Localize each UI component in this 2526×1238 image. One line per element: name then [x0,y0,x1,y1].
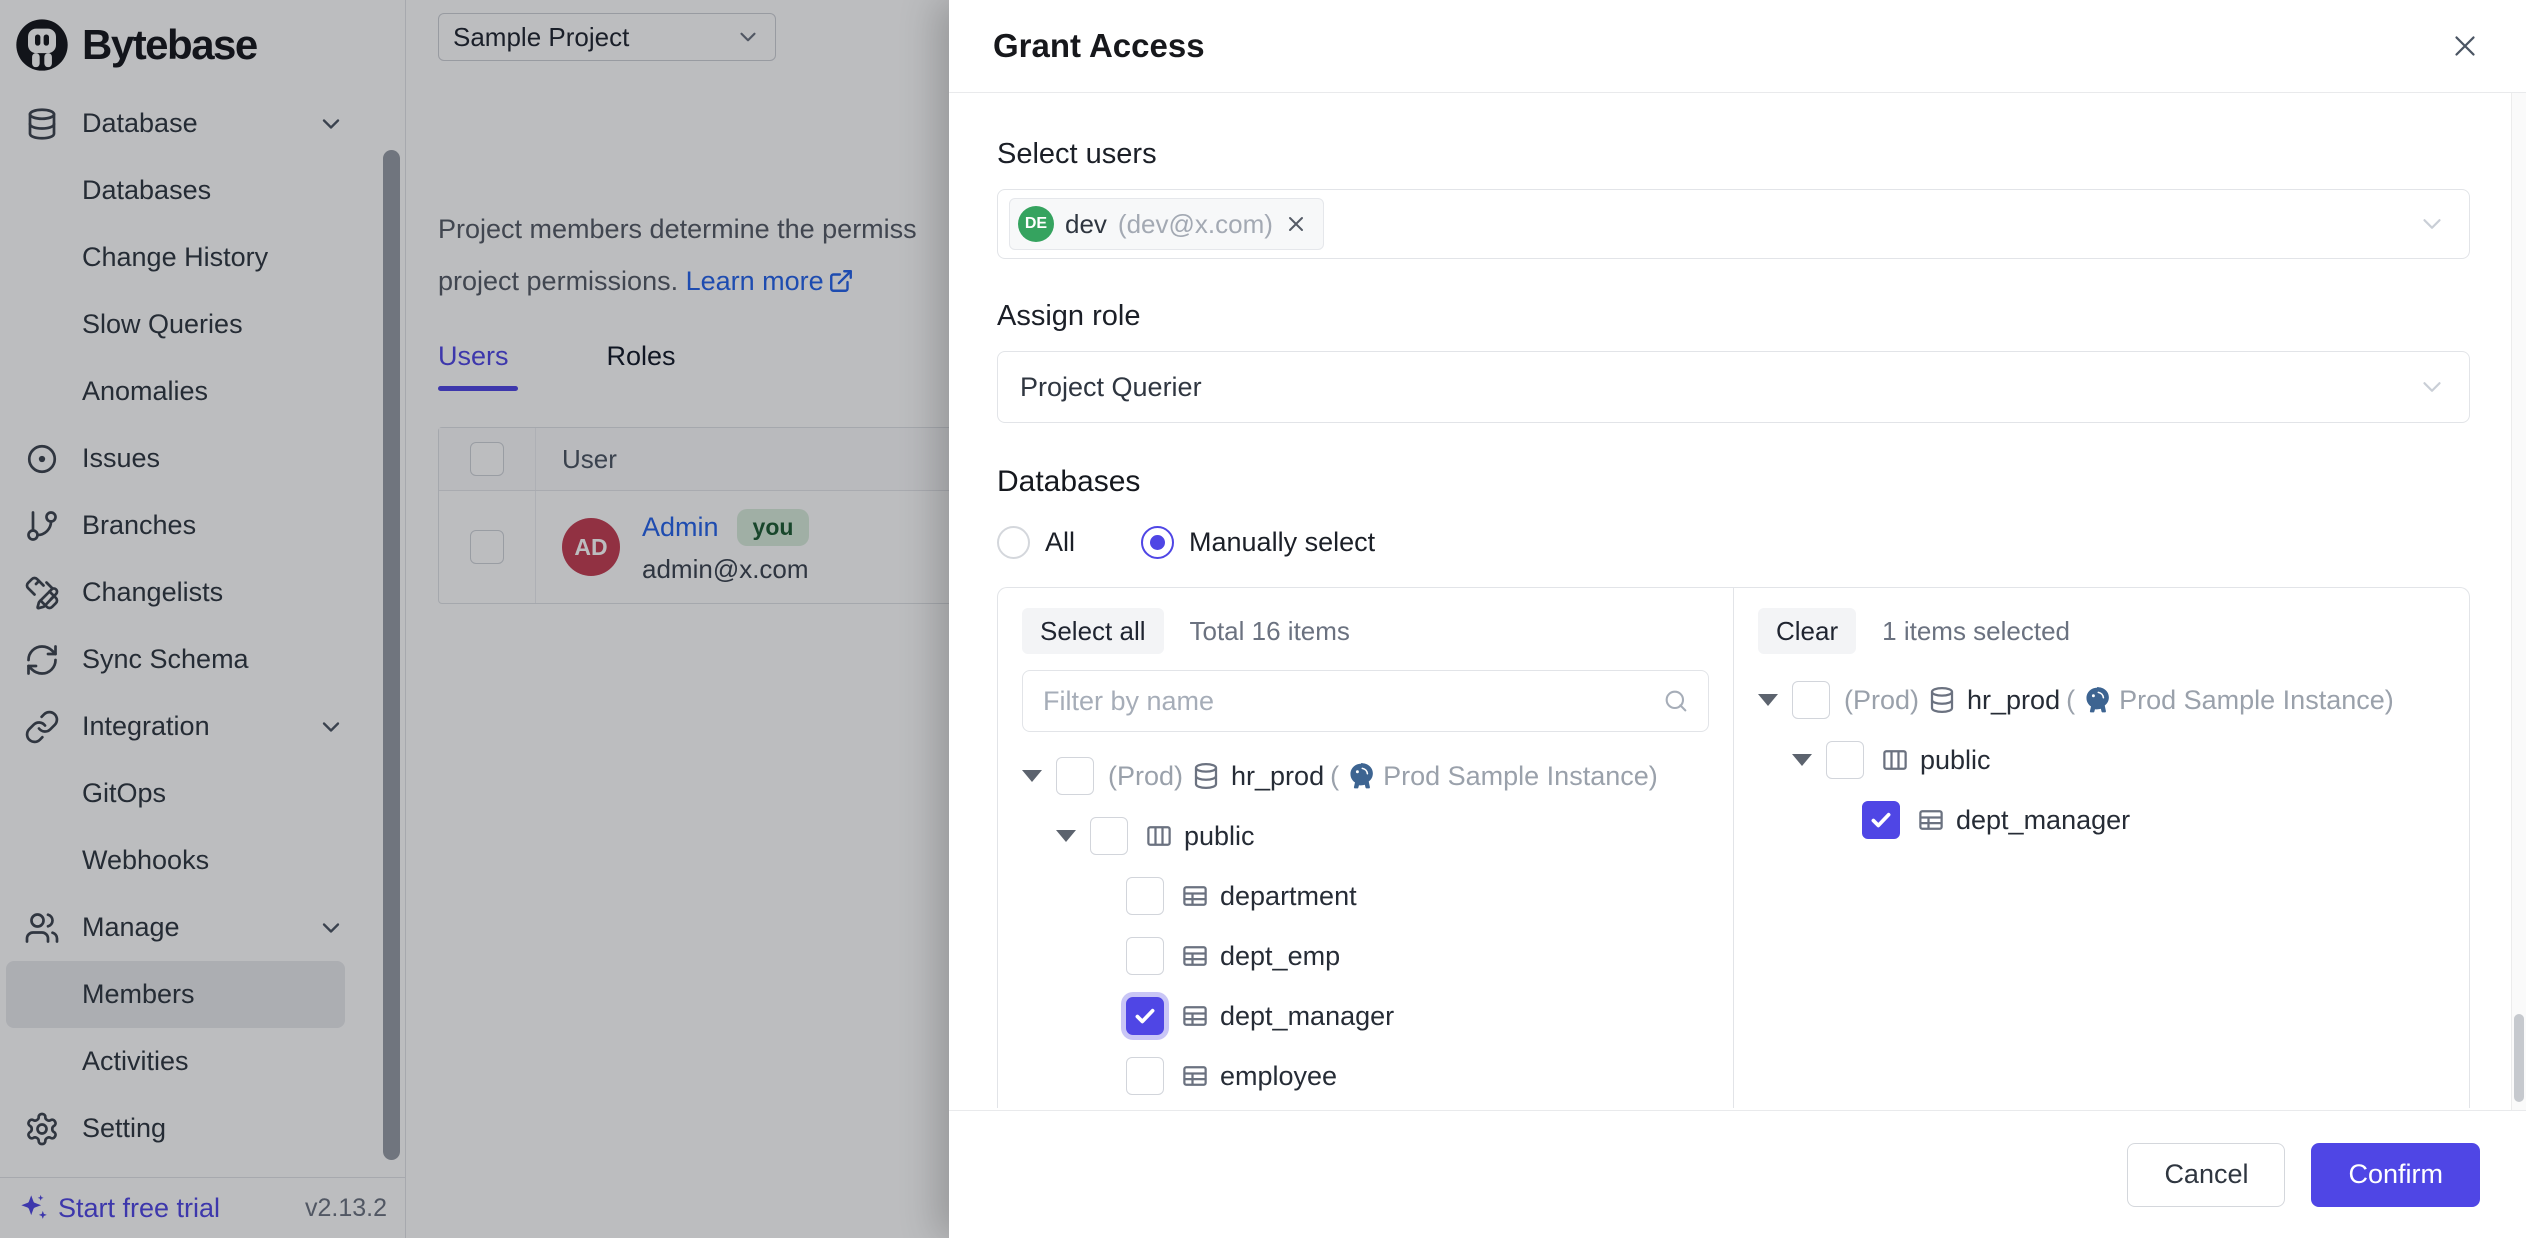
transfer-selected-panel: Clear 1 items selected (Prod) hr_prod ( [1734,588,2469,1108]
chip-user-email: (dev@x.com) [1118,209,1273,240]
caret-down-icon[interactable] [1056,830,1076,842]
caret-down-icon[interactable] [1792,754,1812,766]
cancel-button[interactable]: Cancel [2127,1143,2285,1207]
tree-row-table-selected: dept_manager [1758,790,2445,850]
tree-row-instance: (Prod) hr_prod ( Prod Sample Instance) [1022,746,1709,806]
database-icon [1927,685,1957,715]
tree-row-table: employee [1022,1046,1709,1106]
tree-row-schema: public [1758,730,2445,790]
search-icon [1662,687,1690,715]
postgresql-icon [2081,684,2113,716]
tree-checkbox[interactable] [1792,681,1830,719]
selected-user-chip: DE dev (dev@x.com) [1009,198,1324,250]
assign-role-select[interactable]: Project Querier [997,351,2470,423]
tree-checkbox[interactable] [1126,937,1164,975]
table-icon [1180,881,1210,911]
close-icon[interactable] [2448,29,2482,63]
avatar: DE [1018,206,1054,242]
tree-checkbox[interactable] [1126,1057,1164,1095]
tree-row-table-selected: dept_manager [1022,986,1709,1046]
remove-user-icon[interactable] [1284,212,1308,236]
modal-footer: Cancel Confirm [949,1110,2526,1238]
database-transfer: Select all Total 16 items (Prod) [997,587,2470,1108]
tree-row-table: department [1022,866,1709,926]
chevron-down-icon [2417,372,2447,402]
modal-scrollbar-thumb[interactable] [2514,1014,2524,1102]
schema-icon [1144,821,1174,851]
filter-input-wrap [1022,670,1709,732]
schema-icon [1880,745,1910,775]
tree-checkbox[interactable] [1126,877,1164,915]
database-scope-radios: All Manually select [997,525,2470,559]
total-items-label: Total 16 items [1190,616,1350,647]
radio-manually-select[interactable]: Manually select [1141,526,1375,559]
tree-checkbox[interactable] [1090,817,1128,855]
modal-title: Grant Access [993,27,1205,65]
table-icon [1180,941,1210,971]
confirm-button[interactable]: Confirm [2311,1143,2480,1207]
postgresql-icon [1345,760,1377,792]
caret-down-icon[interactable] [1022,770,1042,782]
radio-manual-control[interactable] [1141,526,1174,559]
radio-all[interactable]: All [997,526,1075,559]
databases-heading: Databases [997,463,2470,501]
grant-access-modal: Grant Access Select users DE dev (dev@x.… [949,0,2526,1238]
assign-role-label: Assign role [997,299,2470,333]
filter-input[interactable] [1041,685,1662,718]
select-users-input[interactable]: DE dev (dev@x.com) [997,189,2470,259]
table-icon [1180,1001,1210,1031]
select-users-label: Select users [997,137,2470,171]
source-tree: (Prod) hr_prod ( Prod Sample Instance) p… [1022,746,1709,1106]
chevron-down-icon [2417,209,2447,239]
tree-row-table: dept_emp [1022,926,1709,986]
modal-header: Grant Access [949,0,2526,93]
chip-user-name: dev [1065,209,1107,240]
tree-checkbox-checked[interactable] [1862,801,1900,839]
check-icon [1131,1002,1159,1030]
tree-row-instance: (Prod) hr_prod ( Prod Sample Instance) [1758,670,2445,730]
modal-scrollbar-track[interactable] [2511,93,2526,1110]
selected-items-label: 1 items selected [1882,616,2070,647]
radio-all-control[interactable] [997,526,1030,559]
modal-body: Select users DE dev (dev@x.com) Assign r… [949,93,2526,1110]
tree-checkbox[interactable] [1826,741,1864,779]
caret-down-icon[interactable] [1758,694,1778,706]
transfer-source-panel: Select all Total 16 items (Prod) [998,588,1734,1108]
selected-tree: (Prod) hr_prod ( Prod Sample Instance) p… [1758,670,2445,850]
assign-role-value: Project Querier [1020,372,1202,403]
tree-row-schema: public [1022,806,1709,866]
database-icon [1191,761,1221,791]
tree-checkbox[interactable] [1056,757,1094,795]
select-all-button[interactable]: Select all [1022,608,1164,654]
table-icon [1916,805,1946,835]
table-icon [1180,1061,1210,1091]
app-screen: Bytebase Database Databases Change Histo… [0,0,2526,1238]
tree-checkbox-checked[interactable] [1126,997,1164,1035]
check-icon [1867,806,1895,834]
clear-button[interactable]: Clear [1758,608,1856,654]
